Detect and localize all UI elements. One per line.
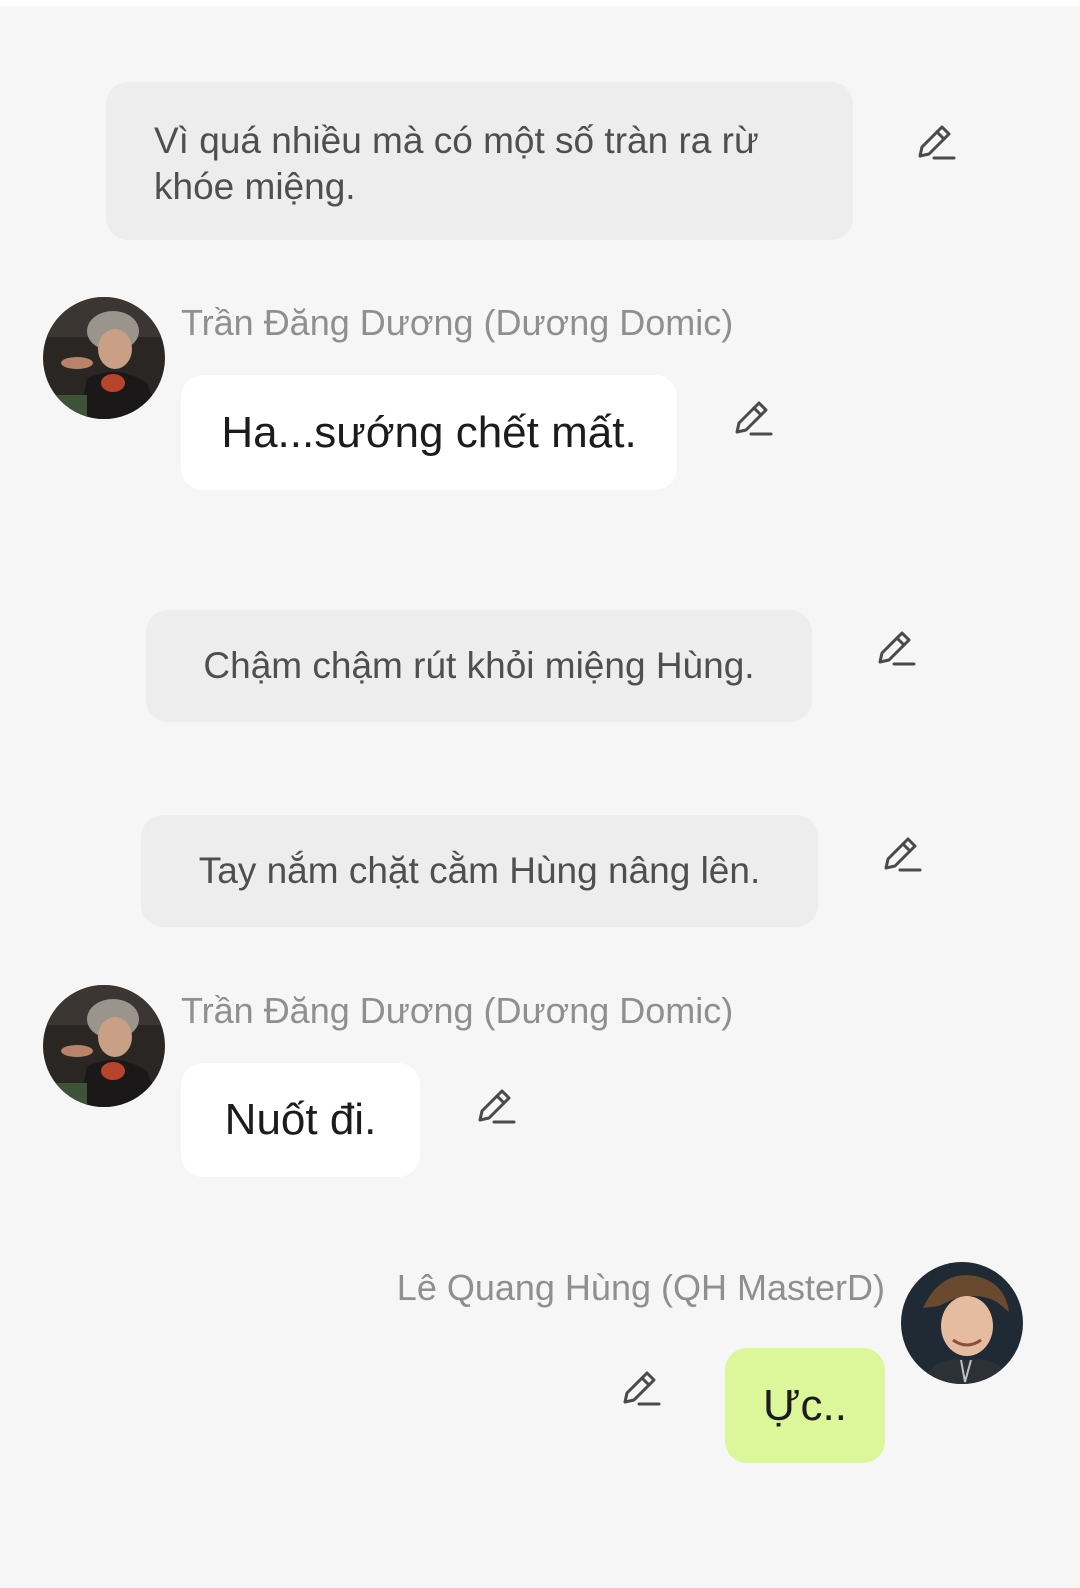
- edit-icon[interactable]: [474, 1084, 518, 1128]
- narration-text: Tay nắm chặt cằm Hùng nâng lên.: [198, 850, 761, 891]
- narration-text: Vì quá nhiều mà có một số tràn ra rừ khó…: [154, 120, 759, 207]
- edit-icon[interactable]: [731, 396, 775, 440]
- message-text: Nuốt đi.: [224, 1095, 377, 1144]
- sent-message-bubble[interactable]: Ực..: [725, 1348, 885, 1463]
- edit-icon[interactable]: [914, 120, 958, 164]
- message-text: Ực..: [762, 1380, 848, 1430]
- sender-name: Trần Đăng Dương (Dương Domic): [181, 990, 734, 1031]
- edit-icon[interactable]: [874, 626, 918, 670]
- narration-bubble[interactable]: Chậm chậm rút khỏi miệng Hùng.: [146, 610, 812, 722]
- narration-text: Chậm chậm rút khỏi miệng Hùng.: [203, 645, 755, 686]
- message-text: Ha...sướng chết mất.: [221, 407, 637, 457]
- avatar[interactable]: [43, 985, 165, 1107]
- edit-icon[interactable]: [619, 1366, 663, 1410]
- message-bubble[interactable]: Nuốt đi.: [181, 1063, 420, 1177]
- top-strip: [0, 0, 1080, 6]
- narration-bubble[interactable]: Tay nắm chặt cằm Hùng nâng lên.: [141, 815, 818, 927]
- sender-name: Trần Đăng Dương (Dương Domic): [181, 302, 734, 343]
- narration-bubble[interactable]: Vì quá nhiều mà có một số tràn ra rừ khó…: [106, 82, 853, 240]
- avatar[interactable]: [43, 297, 165, 419]
- sender-name: Lê Quang Hùng (QH MasterD): [396, 1267, 885, 1308]
- edit-icon[interactable]: [880, 832, 924, 876]
- avatar[interactable]: [901, 1262, 1023, 1384]
- message-bubble[interactable]: Ha...sướng chết mất.: [181, 375, 677, 490]
